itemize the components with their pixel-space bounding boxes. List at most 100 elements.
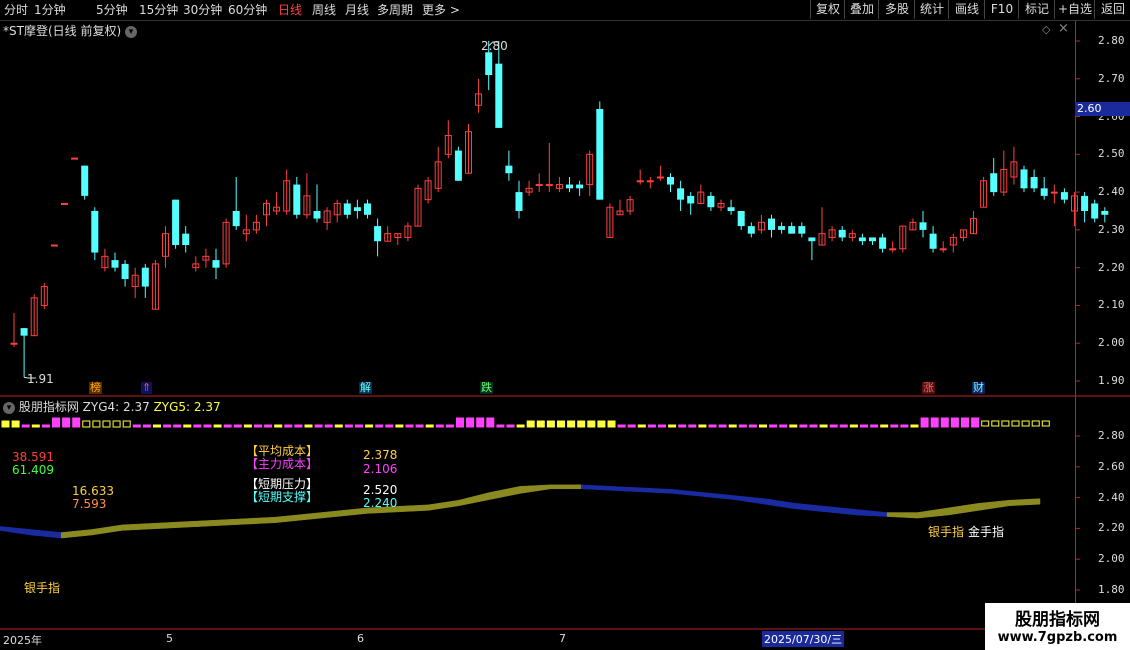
indicator-band-segment xyxy=(244,516,276,525)
zyg-square xyxy=(21,424,30,428)
candle-body-down xyxy=(1030,177,1038,189)
zyg-square xyxy=(506,424,515,428)
zyg-square xyxy=(587,420,596,428)
zyg-square xyxy=(355,424,363,428)
zyg-square xyxy=(375,424,384,428)
zyg-square xyxy=(415,424,424,428)
zyg-square xyxy=(72,417,81,428)
zyg-square xyxy=(920,417,929,428)
indicator-band-segment xyxy=(275,513,307,523)
zyg-square xyxy=(738,424,747,428)
indicator-header: ▾ 股朋指标网 ZYG4: 2.37 ZYG5: 2.37 xyxy=(3,398,221,415)
candle-body-down xyxy=(879,237,887,249)
left-value-1: 38.591 xyxy=(12,450,54,464)
indicator-band-segment xyxy=(152,521,184,530)
candle-body-up xyxy=(10,342,18,345)
zyg-square xyxy=(223,424,232,428)
zyg-square xyxy=(769,424,778,428)
indicator-band-segment xyxy=(1009,498,1041,507)
candle-body-down xyxy=(677,188,685,200)
zyg-square xyxy=(809,424,818,428)
candle-body-down xyxy=(1081,195,1089,211)
zyg-square xyxy=(1031,420,1040,427)
indicator-band-segment xyxy=(30,529,62,539)
zyg-square xyxy=(779,424,788,428)
candle-body-down xyxy=(576,184,584,189)
zyg-square xyxy=(213,424,222,428)
candle-body-down xyxy=(778,226,786,230)
gold-hand: 金手指 xyxy=(968,525,1005,539)
zyg-square xyxy=(132,424,141,428)
candle-body-down xyxy=(687,195,695,204)
zyg-square xyxy=(577,420,586,428)
zyg-square xyxy=(819,424,828,428)
zyg-square xyxy=(627,424,636,428)
candle-body-down xyxy=(212,260,220,268)
zyg-square xyxy=(466,417,475,428)
candle-body-down xyxy=(454,150,462,181)
zyg-square xyxy=(1011,420,1020,427)
zyg-square xyxy=(486,417,495,428)
date-month-7: 7 xyxy=(559,632,566,645)
date-month-5: 5 xyxy=(166,632,173,645)
kline-chart[interactable] xyxy=(0,0,1130,650)
candle-body-down xyxy=(364,203,371,215)
cursor-date: 2025/07/30/三 xyxy=(762,631,845,647)
candle-body-down xyxy=(768,218,775,230)
zyg-square xyxy=(516,424,525,428)
zyg-square xyxy=(567,420,576,428)
indicator-band-segment xyxy=(978,499,1010,511)
candle-body-down xyxy=(343,203,351,215)
zyg-square xyxy=(910,424,919,428)
zyg-square xyxy=(425,424,434,428)
zyg-square xyxy=(789,424,798,428)
chevron-down-icon[interactable]: ▾ xyxy=(3,401,15,414)
indicator-band-segment xyxy=(0,526,31,536)
marker-up-arrow[interactable]: ⇑ xyxy=(141,382,153,394)
candle-body-down xyxy=(566,184,573,189)
zyg-square xyxy=(112,420,121,428)
zyg-square xyxy=(678,424,687,428)
marker-finance[interactable]: 财 xyxy=(972,382,985,394)
zyg-square xyxy=(557,420,565,428)
zyg-square xyxy=(718,424,727,428)
indicator-band-segment xyxy=(91,524,123,536)
zyg-square xyxy=(860,424,868,428)
indicator-band-segment xyxy=(60,529,93,539)
date-year: 2025年 xyxy=(3,634,42,647)
site-watermark: 股朋指标网 www.7gpzb.com xyxy=(985,603,1130,650)
marker-unlock[interactable]: 解 xyxy=(359,382,372,394)
zyg-square xyxy=(41,424,50,428)
zyg-square xyxy=(52,417,60,428)
zyg-square xyxy=(597,420,606,428)
candle-body-down xyxy=(141,267,149,287)
zyg-square xyxy=(991,420,1000,427)
avg-cost-value: 2.378 xyxy=(363,448,398,462)
zyg-square xyxy=(637,424,646,428)
marker-fall[interactable]: 跌 xyxy=(480,382,493,394)
candle-body-up xyxy=(535,184,543,187)
zyg-square xyxy=(122,420,131,428)
candle-body-down xyxy=(515,192,523,211)
candle-body-down xyxy=(798,226,806,234)
zyg-square xyxy=(274,424,283,428)
indicator-band-segment xyxy=(305,510,337,520)
zyg-square xyxy=(284,424,293,428)
indicator-band-segment xyxy=(886,512,918,519)
zyg-square xyxy=(870,424,879,428)
candle-body-down xyxy=(667,177,674,185)
candle-body-down xyxy=(929,233,937,249)
candle-body-down xyxy=(505,165,513,174)
indicator-band-segment xyxy=(672,489,704,497)
candle-body-down xyxy=(1060,192,1068,200)
marker-list[interactable]: 榜 xyxy=(89,382,102,394)
zyg-square xyxy=(233,424,242,428)
marker-rise[interactable]: 涨 xyxy=(922,382,935,394)
main-cost-value: 2.106 xyxy=(363,462,398,476)
candle-body-down xyxy=(808,237,816,242)
indicator-band-segment xyxy=(947,503,980,516)
zyg-square xyxy=(264,424,273,428)
zyg-square xyxy=(334,424,343,428)
left-value-3: 16.633 xyxy=(72,484,114,498)
indicator-band-segment xyxy=(183,519,215,528)
